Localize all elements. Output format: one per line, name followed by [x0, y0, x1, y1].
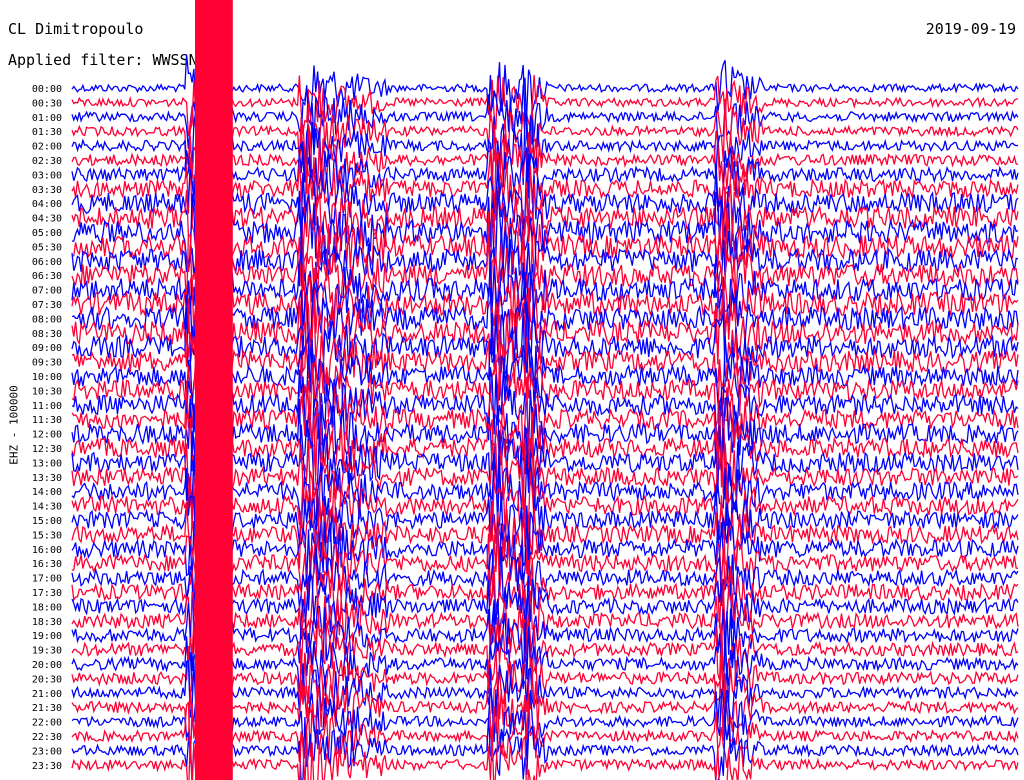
time-tick-label: 02:30: [32, 156, 62, 167]
time-tick-label: 18:30: [32, 617, 62, 628]
time-tick-label: 12:30: [32, 444, 62, 455]
time-tick-label: 12:00: [32, 430, 62, 441]
time-tick-label: 23:30: [32, 761, 62, 772]
time-tick-label: 20:00: [32, 660, 62, 671]
time-tick-label: 18:00: [32, 602, 62, 613]
time-tick-label: 23:00: [32, 746, 62, 757]
time-tick-label: 15:00: [32, 516, 62, 527]
time-tick-label: 17:00: [32, 574, 62, 585]
saturated-event-band: [195, 0, 233, 780]
time-tick-label: 05:30: [32, 242, 62, 253]
time-tick-label: 21:00: [32, 689, 62, 700]
time-tick-label: 01:00: [32, 113, 62, 124]
time-tick-label: 17:30: [32, 588, 62, 599]
time-tick-label: 15:30: [32, 530, 62, 541]
time-tick-label: 00:00: [32, 84, 62, 95]
time-tick-label: 09:30: [32, 358, 62, 369]
time-tick-label: 11:30: [32, 415, 62, 426]
time-tick-label: 19:30: [32, 646, 62, 657]
time-tick-label: 22:00: [32, 718, 62, 729]
time-tick-label: 14:00: [32, 487, 62, 498]
time-tick-label: 11:00: [32, 401, 62, 412]
time-tick-label: 13:00: [32, 458, 62, 469]
time-tick-label: 13:30: [32, 473, 62, 484]
time-tick-label: 09:00: [32, 343, 62, 354]
time-tick-label: 06:30: [32, 271, 62, 282]
time-tick-labels: 00:00 00:30 01:00 01:30 02:00 02:30 03:00 03:30…: [32, 84, 62, 772]
time-tick-label: 08:00: [32, 314, 62, 325]
time-tick-label: 03:00: [32, 170, 62, 181]
trace-group: [71, 0, 1019, 780]
time-tick-label: 10:00: [32, 372, 62, 383]
time-tick-label: 22:30: [32, 732, 62, 743]
time-tick-label: 20:30: [32, 674, 62, 685]
time-tick-label: 03:30: [32, 185, 62, 196]
time-tick-label: 10:30: [32, 386, 62, 397]
time-tick-label: 04:00: [32, 199, 62, 210]
time-tick-label: 04:30: [32, 214, 62, 225]
time-tick-label: 00:30: [32, 98, 62, 109]
time-tick-label: 16:30: [32, 559, 62, 570]
time-tick-label: 02:00: [32, 142, 62, 153]
time-tick-label: 07:30: [32, 300, 62, 311]
time-tick-label: 08:30: [32, 329, 62, 340]
time-tick-label: 05:00: [32, 228, 62, 239]
time-tick-label: 01:30: [32, 127, 62, 138]
time-tick-label: 21:30: [32, 703, 62, 714]
time-tick-label: 19:00: [32, 631, 62, 642]
time-tick-label: 16:00: [32, 545, 62, 556]
time-tick-label: 06:00: [32, 257, 62, 268]
time-tick-label: 14:30: [32, 502, 62, 513]
time-tick-label: 07:00: [32, 286, 62, 297]
helicorder-plot: 00:00 00:30 01:00 01:30 02:00 02:30 03:00 03:30…: [32, 0, 1019, 780]
